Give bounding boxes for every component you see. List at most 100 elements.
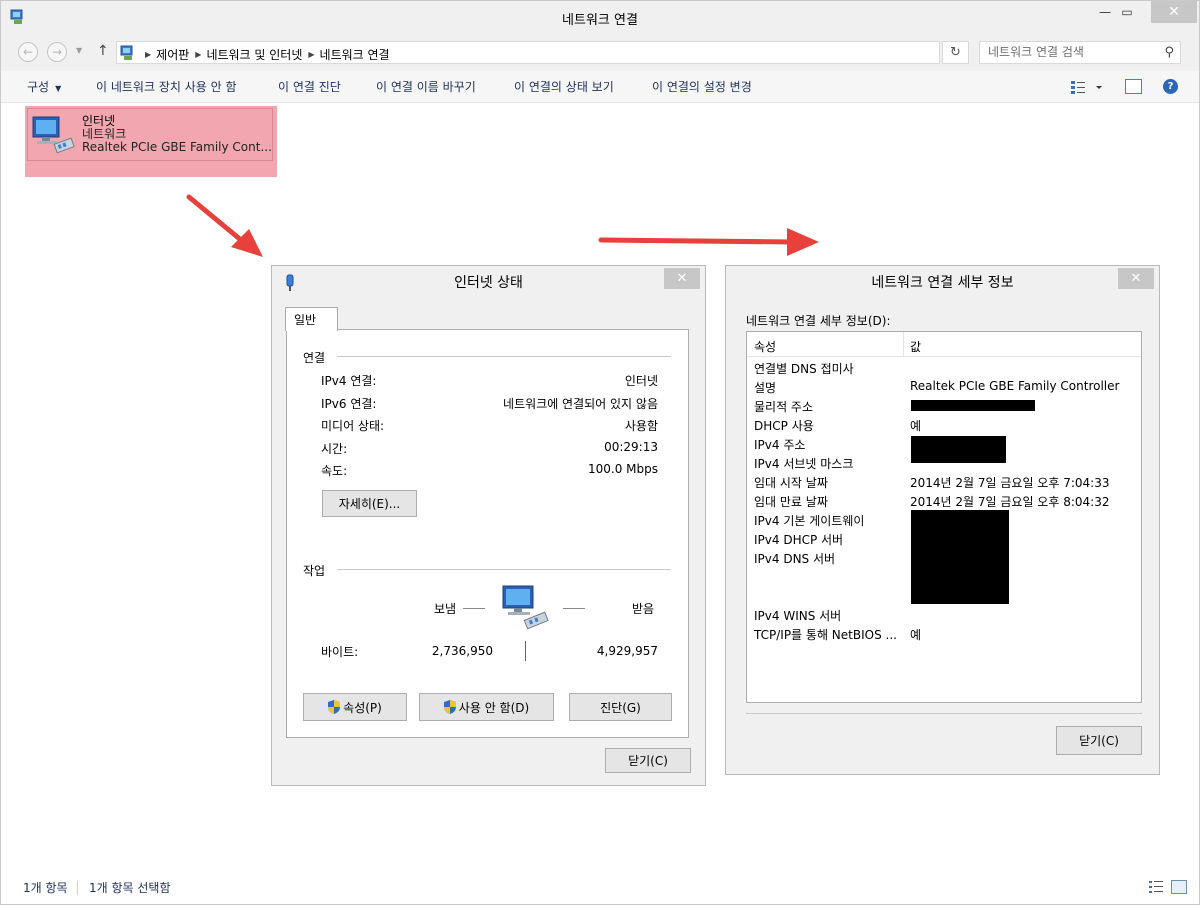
received-label: 받음 bbox=[632, 602, 655, 616]
diagnose-button[interactable]: 진단(G) bbox=[569, 693, 672, 721]
breadcrumb-separator-icon: ▶ bbox=[145, 50, 152, 59]
speed-value: 100.0 Mbps bbox=[587, 462, 658, 476]
details-dialog-close-button[interactable]: ✕ bbox=[1118, 268, 1154, 289]
status-close-button[interactable]: 닫기(C) bbox=[605, 748, 691, 773]
window-title: 네트워크 연결 bbox=[562, 13, 638, 28]
ipv4-connectivity-label: IPv4 연결: bbox=[321, 374, 377, 388]
chevron-down-icon: ▼ bbox=[55, 84, 62, 93]
search-box[interactable]: ⚲ bbox=[979, 41, 1181, 64]
speed-label: 속도: bbox=[321, 464, 348, 478]
refresh-button[interactable]: ↻ bbox=[942, 41, 969, 64]
tiles-view-icon[interactable] bbox=[1171, 880, 1187, 894]
tab-general[interactable]: 일반 bbox=[285, 307, 338, 331]
detail-row-value: Realtek PCIe GBE Family Controller bbox=[910, 379, 1120, 393]
group-divider bbox=[337, 356, 671, 357]
preview-pane-icon[interactable] bbox=[1125, 79, 1142, 94]
breadcrumb-network-connections[interactable]: 네트워크 연결 bbox=[320, 46, 390, 63]
connection-group-label: 연결 bbox=[303, 351, 326, 365]
control-panel-icon bbox=[120, 45, 133, 60]
selection-count: 1개 항목 선택함 bbox=[89, 881, 171, 895]
maximize-button[interactable]: ▭ bbox=[1111, 1, 1143, 23]
breadcrumb: ▶ 제어판 ▶ 네트워크 및 인터넷 ▶ 네트워크 연결 bbox=[139, 46, 390, 63]
detail-row-value: 예 bbox=[910, 628, 922, 642]
activity-computer-icon bbox=[502, 585, 549, 630]
forward-button[interactable]: → bbox=[47, 42, 67, 62]
view-options-icon[interactable] bbox=[1069, 79, 1105, 95]
connection-item-focus: 인터넷 네트워크 Realtek PCIe GBE Family Cont... bbox=[27, 108, 273, 161]
redaction-block bbox=[911, 510, 1009, 604]
ipv6-connectivity-value: 네트워크에 연결되어 있지 않음 bbox=[503, 397, 658, 411]
detail-row-value: 2014년 2월 7일 금요일 오후 7:04:33 bbox=[910, 476, 1110, 490]
close-button[interactable]: ✕ bbox=[1151, 1, 1197, 23]
properties-button[interactable]: 속성(P) bbox=[303, 693, 407, 721]
change-settings-command[interactable]: 이 연결의 설정 변경 bbox=[652, 78, 752, 95]
diagnose-command[interactable]: 이 연결 진단 bbox=[278, 78, 341, 95]
view-status-command[interactable]: 이 연결의 상태 보기 bbox=[514, 78, 614, 95]
explorer-window: 네트워크 연결 — ▭ ✕ ← → ▼ ↑ ▶ 제어판 ▶ 네트워크 및 인터넷… bbox=[0, 0, 1200, 905]
disable-button[interactable]: 사용 안 함(D) bbox=[419, 693, 554, 721]
organize-label: 구성 bbox=[27, 80, 50, 94]
details-close-button[interactable]: 닫기(C) bbox=[1056, 726, 1142, 755]
sent-label: 보냄 bbox=[434, 602, 457, 616]
duration-value: 00:29:13 bbox=[604, 440, 658, 454]
activity-group-label: 작업 bbox=[303, 564, 326, 578]
detail-row-property: IPv4 DHCP 서버 bbox=[754, 533, 844, 547]
recent-locations-dropdown[interactable]: ▼ bbox=[76, 46, 82, 55]
bytes-sent-value: 2,736,950 bbox=[431, 644, 493, 658]
details-list[interactable]: 속성 값 연결별 DNS 접미사 설명 Realtek PCIe GBE Fam… bbox=[746, 331, 1142, 703]
detail-row-property: 임대 만료 날짜 bbox=[754, 495, 828, 509]
help-icon[interactable]: ? bbox=[1163, 79, 1178, 94]
breadcrumb-network-internet[interactable]: 네트워크 및 인터넷 bbox=[206, 46, 302, 63]
bytes-divider bbox=[525, 641, 526, 661]
search-icon[interactable]: ⚲ bbox=[1164, 45, 1174, 60]
details-list-label: 네트워크 연결 세부 정보(D): bbox=[746, 314, 891, 328]
media-state-label: 미디어 상태: bbox=[321, 419, 385, 433]
connection-adapter: Realtek PCIe GBE Family Cont... bbox=[82, 140, 272, 154]
organize-menu[interactable]: 구성 ▼ bbox=[27, 78, 61, 95]
address-bar[interactable]: ▶ 제어판 ▶ 네트워크 및 인터넷 ▶ 네트워크 연결 ▼ bbox=[116, 41, 1045, 64]
general-tab-panel: 연결 IPv4 연결: 인터넷 IPv6 연결: 네트워크에 연결되어 있지 않… bbox=[286, 329, 689, 738]
detail-row-property: 연결별 DNS 접미사 bbox=[754, 362, 854, 376]
rename-command[interactable]: 이 연결 이름 바꾸기 bbox=[376, 78, 476, 95]
status-dialog-title: 인터넷 상태 bbox=[454, 275, 523, 291]
ipv6-connectivity-label: IPv6 연결: bbox=[321, 397, 377, 411]
detail-row-value: 2014년 2월 7일 금요일 오후 8:04:32 bbox=[910, 495, 1110, 509]
network-computer-icon bbox=[32, 116, 75, 154]
bytes-received-value: 4,929,957 bbox=[596, 644, 658, 658]
group-divider bbox=[337, 569, 671, 570]
shield-icon bbox=[443, 700, 456, 714]
status-divider bbox=[77, 881, 78, 895]
details-divider bbox=[746, 713, 1142, 714]
disable-device-command[interactable]: 이 네트워크 장치 사용 안 함 bbox=[96, 78, 237, 95]
annotation-arrow-icon bbox=[598, 228, 819, 256]
details-list-header: 속성 값 bbox=[747, 332, 1141, 357]
property-column-header[interactable]: 속성 bbox=[754, 338, 776, 355]
activity-line bbox=[563, 608, 585, 609]
breadcrumb-separator-icon: ▶ bbox=[308, 50, 315, 59]
search-input[interactable] bbox=[988, 45, 1158, 59]
detail-row-property: IPv4 주소 bbox=[754, 438, 806, 452]
connection-item[interactable]: 인터넷 네트워크 Realtek PCIe GBE Family Cont... bbox=[25, 106, 277, 177]
status-dialog-close-button[interactable]: ✕ bbox=[664, 268, 700, 289]
detail-row-property: 설명 bbox=[754, 381, 777, 395]
details-view-icon[interactable] bbox=[1149, 881, 1163, 893]
command-bar: 구성 ▼ 이 네트워크 장치 사용 안 함 이 연결 진단 이 연결 이름 바꾸기… bbox=[1, 71, 1199, 103]
detail-row-property: IPv4 DNS 서버 bbox=[754, 552, 836, 566]
activity-line bbox=[463, 608, 485, 609]
redaction-block bbox=[911, 436, 1006, 463]
shield-icon bbox=[328, 700, 341, 714]
details-dialog-title: 네트워크 연결 세부 정보 bbox=[871, 275, 1014, 291]
back-button[interactable]: ← bbox=[18, 42, 38, 62]
value-column-header[interactable]: 값 bbox=[910, 338, 921, 355]
item-count: 1개 항목 bbox=[23, 881, 68, 895]
up-button[interactable]: ↑ bbox=[97, 43, 109, 59]
redaction-block bbox=[911, 400, 1035, 411]
detail-row-property: 물리적 주소 bbox=[754, 400, 814, 414]
detail-row-property: TCP/IP를 통해 NetBIOS ... bbox=[754, 628, 897, 642]
breadcrumb-control-panel[interactable]: 제어판 bbox=[156, 46, 189, 63]
detail-row-property: DHCP 사용 bbox=[754, 419, 814, 433]
details-button[interactable]: 자세히(E)... bbox=[322, 490, 417, 517]
title-bar: 네트워크 연결 — ▭ ✕ bbox=[1, 1, 1199, 33]
detail-row-property: IPv4 WINS 서버 bbox=[754, 609, 842, 623]
detail-row-value: 예 bbox=[910, 419, 922, 433]
